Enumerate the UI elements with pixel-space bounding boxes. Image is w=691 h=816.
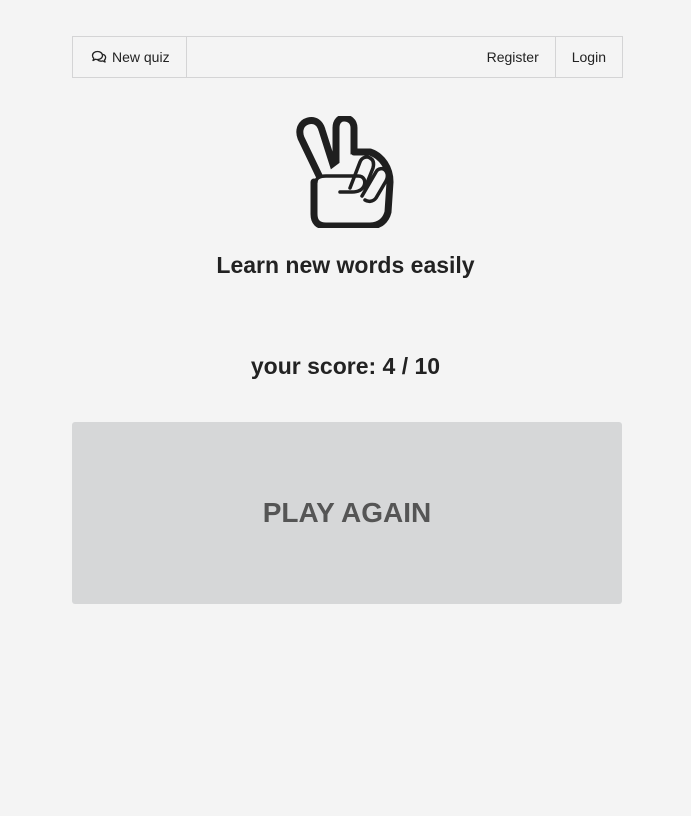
new-quiz-label: New quiz [112,49,170,65]
score-text: your score: 4 / 10 [250,353,441,379]
login-link[interactable]: Login [554,37,622,77]
menu-spacer [187,37,471,77]
play-again-button[interactable]: PLAY AGAIN [72,422,622,604]
tagline: Learn new words easily [216,252,475,278]
chat-bubbles-icon [91,50,107,64]
peace-hand-icon [296,114,394,230]
top-menu: New quiz Register Login [72,36,623,78]
register-link[interactable]: Register [471,37,555,77]
new-quiz-link[interactable]: New quiz [73,37,187,77]
